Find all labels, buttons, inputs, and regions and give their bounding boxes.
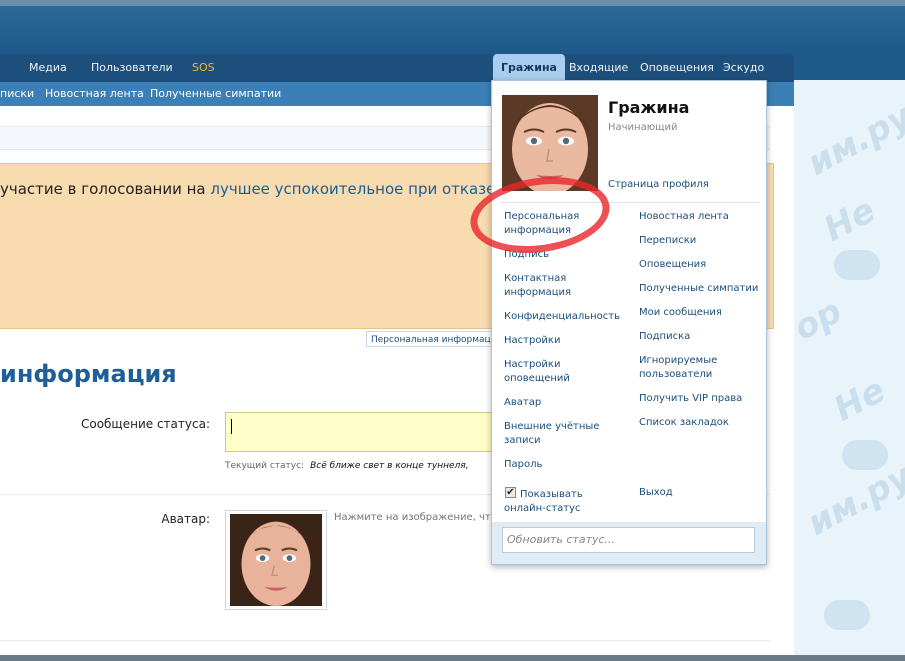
window-bottom-bar bbox=[0, 655, 905, 661]
notice-text: участие в голосовании на лучшее успокоит… bbox=[0, 180, 532, 198]
nav-tab-inbox[interactable]: Входящие bbox=[569, 54, 628, 82]
profile-page-link[interactable]: Страница профиля bbox=[608, 179, 709, 190]
avatar-image[interactable] bbox=[225, 510, 327, 610]
menu-preferences[interactable]: Настройки bbox=[504, 334, 624, 348]
menu-bookmarks[interactable]: Список закладок bbox=[639, 416, 759, 430]
nav-tab-escudo[interactable]: Эскудо bbox=[723, 54, 764, 82]
menu-alert-preferences[interactable]: Настройки оповещений bbox=[504, 358, 594, 386]
menu-ignored-users[interactable]: Игнорируемые пользователи bbox=[639, 354, 739, 382]
current-status: Текущий статус: Всё ближе свет в конце ту… bbox=[225, 461, 469, 471]
menu-conversations[interactable]: Переписки bbox=[639, 234, 759, 248]
menu-likes-received[interactable]: Полученные симпатии bbox=[639, 282, 759, 296]
divider bbox=[0, 640, 770, 641]
avatar-hint: Нажмите на изображение, чтоб bbox=[334, 512, 504, 523]
status-label: Сообщение статуса: bbox=[80, 417, 210, 431]
notice-link[interactable]: лучшее успокоительное при отказе от к bbox=[210, 180, 531, 198]
menu-privacy[interactable]: Конфиденциальность bbox=[504, 310, 624, 324]
subnav-conversations[interactable]: писки bbox=[0, 82, 34, 106]
nav-tab-sos[interactable]: SOS bbox=[192, 54, 215, 82]
subnav-news-feed[interactable]: Новостная лента bbox=[45, 82, 144, 106]
background-pattern: им.ру Не ор Не им.ру bbox=[794, 80, 905, 661]
nav-tab-media[interactable]: Медиа bbox=[29, 54, 67, 82]
menu-news-feed[interactable]: Новостная лента bbox=[639, 210, 759, 224]
menu-external-accounts[interactable]: Внешние учётные записи bbox=[504, 420, 604, 448]
account-dropdown-menu: Гражина Начинающий Страница профиля Перс… bbox=[491, 80, 767, 565]
avatar-face-photo bbox=[230, 514, 322, 606]
status-update-input[interactable]: Обновить статус... bbox=[502, 527, 755, 553]
window-top-strip bbox=[0, 0, 905, 6]
subnav-likes-received[interactable]: Полученные симпатии bbox=[150, 82, 281, 106]
nav-tab-users[interactable]: Пользователи bbox=[91, 54, 173, 82]
menu-password[interactable]: Пароль bbox=[504, 458, 624, 472]
page-title: информация bbox=[0, 360, 177, 388]
status-message-input[interactable] bbox=[225, 412, 495, 452]
avatar-label: Аватар: bbox=[161, 512, 210, 526]
nav-tab-alerts[interactable]: Оповещения bbox=[640, 54, 714, 82]
menu-my-messages[interactable]: Мои сообщения bbox=[639, 306, 759, 320]
main-navigation: Медиа Пользователи SOS Гражина Входящие … bbox=[0, 54, 794, 82]
menu-contact-info[interactable]: Контактная информация bbox=[504, 272, 594, 300]
online-status-label[interactable]: Показывать онлайн-статус bbox=[504, 488, 604, 516]
menu-get-vip[interactable]: Получить VIP права bbox=[639, 392, 759, 406]
account-username[interactable]: Гражина bbox=[608, 98, 689, 117]
breadcrumb-current[interactable]: Персональная информация bbox=[366, 331, 507, 347]
account-rank: Начинающий bbox=[608, 122, 678, 133]
nav-tab-user-account[interactable]: Гражина bbox=[493, 54, 565, 82]
menu-alerts[interactable]: Оповещения bbox=[639, 258, 759, 272]
menu-avatar[interactable]: Аватар bbox=[504, 396, 624, 410]
menu-logout[interactable]: Выход bbox=[639, 486, 759, 500]
menu-following[interactable]: Подписка bbox=[639, 330, 759, 344]
